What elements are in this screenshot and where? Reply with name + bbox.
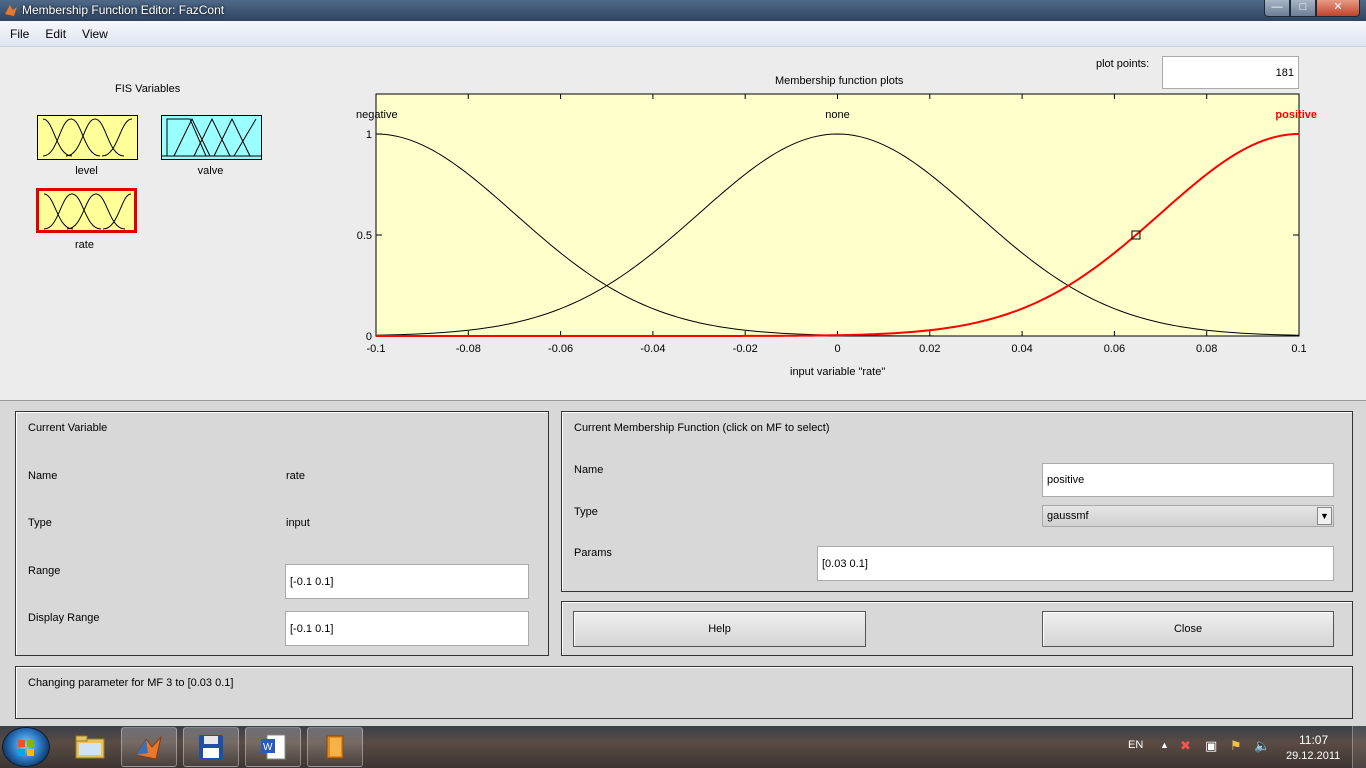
window-title: Membership Function Editor: FazCont [22,3,225,17]
lower-panel: Current Variable Name rate Type input Ra… [0,400,1366,726]
matlab-icon [135,735,162,760]
mf-preview-icon [162,117,261,157]
clock-date[interactable]: 29.12.2011 [1286,750,1340,762]
flag-icon[interactable]: ⚑ [1230,738,1242,754]
current-variable-frame: Current Variable Name rate Type input Ra… [15,411,549,656]
mf-name-label: Name [574,464,604,476]
x-tick-label: -0.02 [733,343,758,355]
mf-params-label: Params [574,547,612,559]
show-desktop-button[interactable] [1352,726,1366,768]
fis-variable-label-level: level [75,165,98,177]
display-range-input[interactable]: [-0.1 0.1] [285,611,529,646]
taskbar-explorer[interactable] [62,727,118,767]
windows-logo-icon [18,740,34,756]
menu-view[interactable]: View [74,27,116,41]
variable-name-value: rate [286,470,305,482]
current-variable-heading: Current Variable [28,422,108,434]
minimize-button[interactable]: — [1264,0,1290,17]
variable-name-label: Name [28,470,58,482]
variable-type-label: Type [28,517,52,529]
current-mf-heading: Current Membership Function (click on MF… [574,422,830,434]
plot-points-input[interactable]: 181 [1162,56,1299,89]
fis-variable-rate[interactable] [36,188,137,233]
buttons-frame: Help Close [561,601,1353,656]
membership-function-plot[interactable]: -0.1 -0.08 -0.06 -0.04 -0.02 0 0.02 0.04 0.06 0.0… [350,92,1320,367]
mf-preview-icon [42,118,133,157]
language-indicator[interactable]: EN [1128,739,1143,751]
x-tick-label: 0 [834,343,840,355]
plot-title: Membership function plots [775,75,904,87]
x-tick-label: -0.06 [548,343,573,355]
word-icon: W [261,734,286,760]
tray-expand-icon[interactable]: ▲ [1160,740,1169,750]
matlab-icon [5,5,17,16]
taskbar: W EN ▲ ✖ ▣ ⚑ 🔈 11:07 29.12.2011 [0,726,1366,768]
display-range-label: Display Range [28,612,100,624]
svg-text:W: W [263,742,273,753]
variable-type-value: input [286,517,310,529]
mf-preview-icon [43,193,132,230]
volume-icon[interactable]: 🔈 [1254,738,1270,754]
fis-variable-level[interactable] [37,115,138,160]
mf-label-negative[interactable]: negative [356,109,398,121]
mf-type-value: gaussmf [1047,510,1089,522]
mf-name-input[interactable]: positive [1042,463,1334,497]
mf-type-label: Type [574,506,598,518]
x-tick-label: 0.06 [1104,343,1125,355]
taskbar-save-app[interactable] [183,727,239,767]
help-button[interactable]: Help [573,611,866,647]
title-bar: Membership Function Editor: FazCont — □ … [0,0,1366,21]
folder-icon [75,735,105,759]
y-tick-label: 0.5 [357,230,372,242]
x-tick-label: -0.1 [367,343,386,355]
menu-bar: File Edit View [0,21,1366,47]
x-axis-label: input variable "rate" [790,366,886,378]
chevron-down-icon[interactable]: ▼ [1317,507,1332,525]
x-tick-label: 0.1 [1291,343,1306,355]
device-icon[interactable]: ▣ [1205,738,1217,754]
x-tick-label: 0.08 [1196,343,1217,355]
taskbar-word[interactable]: W [245,727,301,767]
x-tick-label: -0.04 [640,343,665,355]
mf-label-positive[interactable]: positive [1275,109,1317,121]
close-window-button[interactable]: ✕ [1316,0,1360,17]
mf-params-input[interactable]: [0.03 0.1] [817,546,1334,581]
start-button[interactable] [2,727,50,767]
range-label: Range [28,565,61,577]
status-frame: Changing parameter for MF 3 to [0.03 0.1… [15,666,1353,719]
plot-area[interactable] [375,93,1300,337]
x-tick-label: 0.02 [919,343,940,355]
mf-label-none[interactable]: none [825,109,849,121]
close-button[interactable]: Close [1042,611,1334,647]
taskbar-matlab[interactable] [121,727,177,767]
x-tick-label: -0.08 [456,343,481,355]
status-message: Changing parameter for MF 3 to [0.03 0.1… [28,677,234,689]
fis-variable-label-rate: rate [75,239,94,251]
menu-edit[interactable]: Edit [37,27,74,41]
clock-time[interactable]: 11:07 [1299,733,1328,747]
y-tick-label: 1 [366,129,372,141]
menu-file[interactable]: File [2,27,37,41]
floppy-disk-icon [199,735,223,759]
fis-variable-label-valve: valve [197,165,224,177]
taskbar-archive[interactable] [307,727,363,767]
mf-type-select[interactable]: gaussmf ▼ [1042,505,1334,527]
plot-points-label: plot points: [1096,58,1150,70]
maximize-button[interactable]: □ [1290,0,1316,17]
x-tick-label: 0.04 [1011,343,1032,355]
fis-variables-heading: FIS Variables [115,83,181,95]
network-icon[interactable]: ✖ [1180,738,1191,754]
book-icon [326,735,344,759]
current-mf-frame: Current Membership Function (click on MF… [561,411,1353,592]
y-tick-label: 0 [366,331,372,343]
fis-variable-valve[interactable] [161,115,262,160]
range-input[interactable]: [-0.1 0.1] [285,564,529,599]
